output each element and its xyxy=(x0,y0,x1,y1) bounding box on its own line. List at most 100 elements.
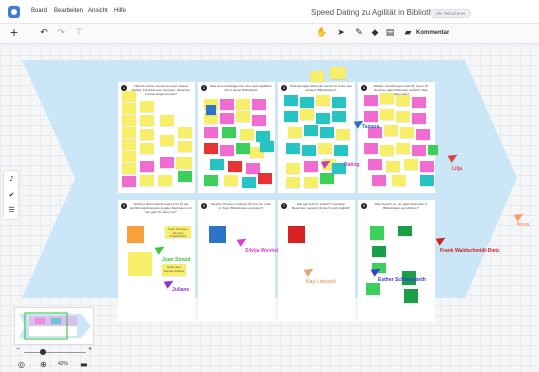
sticky-note[interactable] xyxy=(366,283,380,295)
yellow-shape[interactable] xyxy=(128,252,152,276)
sticky-note[interactable] xyxy=(236,143,250,154)
sticky-note[interactable] xyxy=(412,145,426,156)
sticky-note[interactable] xyxy=(320,127,334,138)
sticky-note[interactable] xyxy=(122,151,136,162)
notification-bell-icon[interactable]: ♪ xyxy=(7,175,16,184)
menu-board[interactable]: Board xyxy=(31,8,47,14)
sticky-note[interactable] xyxy=(310,71,324,82)
sticky-note[interactable] xyxy=(380,93,394,104)
question-panel-6[interactable]: 6 Welche Themen möchtest Ihr bzw. Ihr no… xyxy=(198,200,275,322)
sticky-note[interactable] xyxy=(284,111,298,122)
sticky-note[interactable] xyxy=(380,145,394,156)
sticky-note[interactable] xyxy=(380,109,394,120)
sticky-note[interactable] xyxy=(252,99,266,110)
menu-hilfe[interactable]: Hilfe xyxy=(114,8,126,14)
comment-button[interactable]: Kommentar xyxy=(416,30,449,36)
sticky-note[interactable] xyxy=(252,115,266,126)
menu-bearbeiten[interactable]: Bearbeiten xyxy=(54,8,83,14)
question-panel-7[interactable]: 7 Wie agil seid Ihr selbst? In welchen B… xyxy=(278,200,355,322)
sticky-note[interactable] xyxy=(140,101,154,112)
sticky-note[interactable] xyxy=(300,97,314,108)
sticky-note[interactable] xyxy=(240,129,254,140)
sticky-note[interactable] xyxy=(372,246,386,257)
sticky-note[interactable] xyxy=(318,143,332,154)
sticky-note[interactable] xyxy=(420,175,434,186)
sticky-note[interactable] xyxy=(316,113,330,124)
sticky-note[interactable] xyxy=(178,141,192,152)
present-icon[interactable]: ▬ xyxy=(80,359,88,370)
format-painter-icon[interactable]: ⊤ xyxy=(73,27,85,39)
sticky-note[interactable] xyxy=(300,109,314,120)
sticky-note[interactable] xyxy=(160,157,174,168)
sticky-note[interactable] xyxy=(288,127,302,138)
select-pointer-icon[interactable]: ➤ xyxy=(335,27,347,39)
sticky-note[interactable] xyxy=(140,129,154,140)
sticky-note[interactable] xyxy=(372,175,386,186)
sticky-note[interactable] xyxy=(178,127,192,138)
sticky-note[interactable] xyxy=(204,127,218,138)
list-icon[interactable]: ☰ xyxy=(7,206,16,215)
sticky-note[interactable] xyxy=(412,113,426,124)
sticky-note[interactable] xyxy=(236,99,250,110)
sticky-note[interactable] xyxy=(332,111,346,122)
sticky-note[interactable] xyxy=(316,95,330,106)
add-icon[interactable]: + xyxy=(8,27,20,39)
sticky-note[interactable]: Datei über Kunden Aufbau xyxy=(162,264,186,276)
sticky-note[interactable] xyxy=(260,141,274,152)
sticky-note[interactable] xyxy=(304,161,318,172)
sticky-note[interactable] xyxy=(396,95,410,106)
sticky-note[interactable] xyxy=(370,226,384,240)
sticky-note[interactable] xyxy=(140,161,154,172)
sticky-note[interactable] xyxy=(384,125,398,136)
history-icon[interactable]: ◎ xyxy=(18,359,25,370)
sticky-note[interactable] xyxy=(330,67,346,79)
sticky-note[interactable] xyxy=(334,145,348,156)
sticky-note[interactable] xyxy=(386,161,400,172)
participants-badge[interactable]: Alle Teilnehmer xyxy=(430,9,471,18)
sticky-note[interactable] xyxy=(222,127,236,138)
sticky-note[interactable] xyxy=(220,113,234,124)
sticky-note[interactable] xyxy=(224,175,238,186)
sticky-note-icon[interactable]: ▤ xyxy=(384,27,396,39)
sticky-note[interactable] xyxy=(286,163,300,174)
red-shape[interactable] xyxy=(288,226,305,243)
sticky-note[interactable] xyxy=(320,173,334,184)
zoom-search-icon[interactable]: ⊕ xyxy=(40,359,47,370)
sticky-note[interactable] xyxy=(364,143,378,154)
zoom-out-button[interactable]: − xyxy=(16,346,20,353)
sticky-note[interactable] xyxy=(122,115,136,126)
sticky-note[interactable] xyxy=(242,177,256,188)
sticky-note[interactable] xyxy=(228,161,242,172)
sticky-note[interactable] xyxy=(284,95,298,106)
sticky-note[interactable] xyxy=(400,127,414,138)
sticky-note[interactable] xyxy=(286,177,300,188)
minimap[interactable] xyxy=(14,307,94,345)
sticky-note[interactable] xyxy=(220,145,234,156)
sticky-note[interactable] xyxy=(204,143,218,154)
sticky-note[interactable] xyxy=(206,105,216,115)
check-circle-icon[interactable]: ✔ xyxy=(7,191,16,200)
sticky-note[interactable] xyxy=(122,176,136,187)
sticky-note[interactable] xyxy=(332,97,346,108)
sticky-note[interactable] xyxy=(412,97,426,108)
sticky-note[interactable] xyxy=(396,111,410,122)
orange-shape[interactable] xyxy=(127,226,144,243)
sticky-note[interactable] xyxy=(122,127,136,138)
sticky-note[interactable] xyxy=(336,129,350,140)
sticky-note[interactable] xyxy=(122,163,136,174)
sticky-note[interactable] xyxy=(364,95,378,106)
sticky-note[interactable] xyxy=(396,143,410,154)
sticky-note[interactable] xyxy=(258,173,272,184)
app-logo-icon[interactable] xyxy=(8,6,20,18)
sticky-note[interactable] xyxy=(236,111,250,122)
question-panel-8[interactable]: 8 Was braucht es, um agile Methoden in B… xyxy=(358,200,435,322)
sticky-note[interactable] xyxy=(176,157,192,169)
hand-icon[interactable]: ✋ xyxy=(316,27,328,39)
sticky-note[interactable] xyxy=(140,175,154,186)
sticky-note[interactable] xyxy=(220,99,234,110)
sticky-note[interactable]: Paris Gruppen stimmen Projekttrains xyxy=(165,226,191,238)
comment-icon[interactable]: ▰ xyxy=(402,27,414,39)
pen-icon[interactable]: ✎ xyxy=(353,27,365,39)
sticky-note[interactable] xyxy=(302,145,316,156)
sticky-note[interactable] xyxy=(286,143,300,154)
